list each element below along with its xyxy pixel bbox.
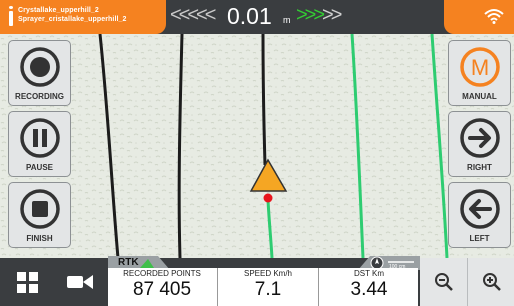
finish-label: FINISH [26, 234, 53, 243]
grid-menu-button[interactable] [0, 258, 55, 306]
distance-value: 3.44 [350, 279, 388, 300]
field-name: Crystallake_upperhill_2 [18, 7, 99, 14]
manual-button[interactable]: M MANUAL [448, 40, 511, 106]
camera-icon [67, 275, 93, 289]
zoom-out-icon [435, 273, 453, 291]
record-icon [20, 47, 60, 87]
guidance-app: Crystallake_upperhill_2 Sprayer_cristall… [0, 0, 514, 306]
zoom-in-button[interactable] [467, 258, 514, 306]
pause-label: PAUSE [26, 163, 53, 172]
grid-icon [17, 272, 38, 293]
right-button[interactable]: RIGHT [448, 111, 511, 177]
manual-label: MANUAL [462, 92, 497, 101]
pause-icon [20, 118, 60, 158]
wifi-icon [484, 9, 504, 24]
camera-button[interactable] [55, 258, 105, 306]
stats-panel: RECORDED POINTS 87 405 SPEED Km/h 7.1 DS… [108, 268, 418, 306]
left-button[interactable]: LEFT [448, 182, 511, 248]
implement-name: Sprayer_cristallake_upperhill_2 [18, 16, 127, 23]
left-label: LEFT [469, 234, 490, 243]
recorded-points-stat: RECORDED POINTS 87 405 [108, 268, 216, 306]
arrow-left-icon [460, 189, 500, 229]
offset-value: 0.01 [227, 3, 272, 29]
stop-icon [20, 189, 60, 229]
zoom-in-icon [483, 273, 501, 291]
pause-button[interactable]: PAUSE [8, 111, 71, 177]
distance-stat: DST Km 3.44 [318, 268, 419, 306]
speed-stat: SPEED Km/h 7.1 [217, 268, 318, 306]
zoom-out-button[interactable] [420, 258, 467, 306]
rtk-label: RTK [118, 257, 139, 268]
active-chevrons: >>> [296, 4, 325, 26]
speed-value: 7.1 [254, 279, 282, 300]
right-label: RIGHT [467, 163, 492, 172]
info-icon [9, 6, 13, 26]
manual-mode-icon: M [460, 47, 500, 87]
inactive-chevrons: >> [322, 4, 342, 26]
recorded-points-value: 87 405 [132, 279, 192, 300]
manual-letter: M [471, 55, 489, 80]
field-info[interactable]: Crystallake_upperhill_2 Sprayer_cristall… [0, 0, 166, 34]
recording-label: RECORDING [15, 92, 64, 101]
lightbar: <<<<< 0.01 m >>>>> [166, 0, 362, 34]
recording-button[interactable]: RECORDING [8, 40, 71, 106]
arrow-right-icon [460, 118, 500, 158]
finish-button[interactable]: FINISH [8, 182, 71, 248]
offset-unit: m [283, 15, 291, 25]
speed-label: SPEED Km/h [243, 269, 292, 278]
recorded-points-label: RECORDED POINTS [123, 269, 201, 278]
top-bar: Crystallake_upperhill_2 Sprayer_cristall… [0, 0, 514, 34]
right-chevrons: >>>>> [296, 4, 342, 26]
connection-status[interactable] [444, 0, 514, 34]
distance-label: DST Km [353, 269, 385, 278]
left-chevrons: <<<<< [170, 4, 216, 26]
